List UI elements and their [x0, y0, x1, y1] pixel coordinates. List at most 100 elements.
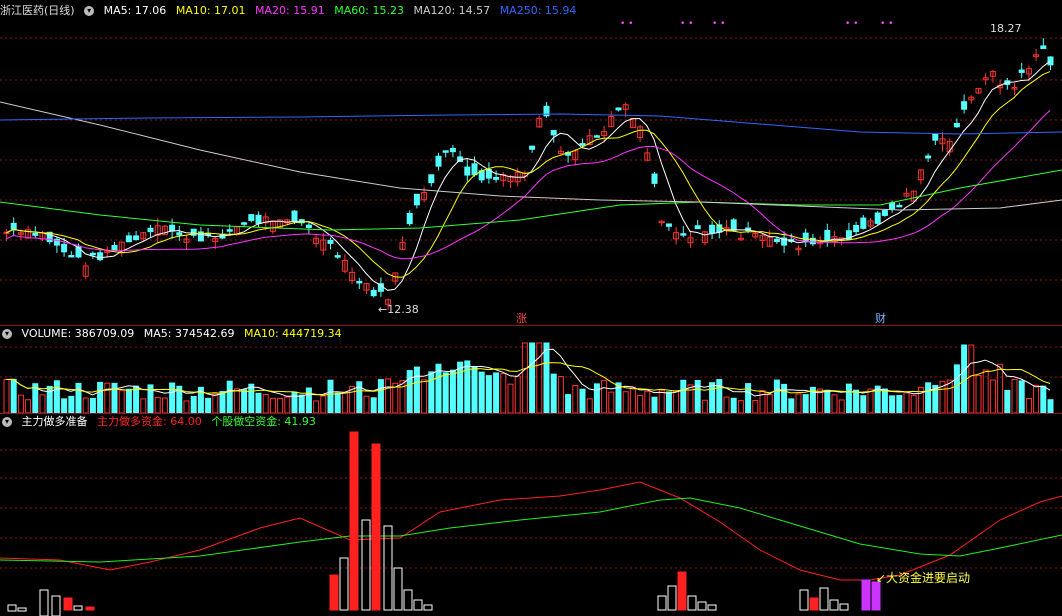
- candle: [961, 101, 968, 110]
- candle: [89, 252, 96, 256]
- volume-bar: [1025, 397, 1032, 413]
- signal-dot: • •: [845, 20, 858, 29]
- volume-bar: [428, 371, 435, 413]
- volume-chart[interactable]: [0, 341, 1062, 413]
- volume-bar: [975, 375, 982, 413]
- indicator-bar: [51, 595, 61, 616]
- volume-bar: [471, 366, 478, 413]
- volume-bar: [262, 394, 269, 413]
- volume-bar: [457, 361, 464, 413]
- indicator-chart[interactable]: ↙大资金进要启动: [0, 430, 1062, 616]
- indicator-bar: [339, 557, 349, 611]
- indicator-menu-icon[interactable]: ▾: [2, 417, 12, 427]
- ma10-label: MA10: 17.01: [175, 4, 246, 17]
- indicator-bar: [413, 599, 423, 611]
- volume-bar: [1047, 399, 1054, 413]
- indicator-bar: [829, 599, 839, 611]
- volume-bar: [853, 389, 860, 413]
- volume-bar: [154, 396, 161, 413]
- price-chart[interactable]: 18.27 ←12.38 涨 财 • • • • • • • • • •: [0, 20, 1062, 325]
- volume-bar: [183, 400, 190, 413]
- candle: [773, 238, 780, 243]
- ma120-label: MA120: 14.57: [413, 4, 491, 17]
- volume-bar: [125, 388, 132, 413]
- volume-bar: [716, 379, 723, 413]
- volume-bar: [464, 360, 471, 413]
- candle: [651, 173, 658, 184]
- candle: [471, 163, 478, 176]
- volume-bar: [989, 379, 996, 413]
- volume-bar: [507, 383, 514, 413]
- indicator-bar: [657, 595, 667, 611]
- volume-bar: [89, 397, 96, 413]
- volume-bar: [802, 394, 809, 413]
- volume-bar: [586, 398, 593, 413]
- volume-bar: [781, 383, 788, 413]
- indicator-bar: [871, 581, 881, 611]
- volume-bar: [269, 397, 276, 413]
- volume-bar: [46, 385, 53, 413]
- candle: [889, 202, 896, 210]
- candle: [579, 143, 586, 146]
- volume-bar: [298, 394, 305, 413]
- candle: [241, 222, 248, 225]
- candle: [68, 254, 75, 258]
- volume-bar: [514, 375, 521, 413]
- candle: [334, 255, 341, 258]
- volume-bar: [925, 382, 932, 413]
- volume-bar: [565, 394, 572, 413]
- indicator-bar: [85, 606, 95, 611]
- volume-bar: [284, 396, 291, 413]
- candle: [413, 193, 420, 206]
- signal-dot: • •: [680, 20, 693, 29]
- ma5-line: [5, 60, 1051, 291]
- volume-bar: [658, 389, 665, 413]
- ma250-line: [0, 113, 1062, 135]
- volume-bar: [601, 380, 608, 413]
- marker-cai: 财: [875, 311, 886, 325]
- volume-bar: [593, 383, 600, 413]
- volume-bar: [493, 372, 500, 413]
- volume-bar: [25, 399, 32, 413]
- candle: [529, 145, 536, 150]
- volume-bar: [680, 379, 687, 413]
- volume-bar: [313, 400, 320, 413]
- candle: [860, 217, 867, 229]
- volume-bar: [255, 392, 262, 413]
- volume-bar: [485, 375, 492, 413]
- volume-bar: [277, 397, 284, 413]
- candle: [97, 252, 104, 261]
- candle: [824, 229, 831, 242]
- volume-bar: [651, 396, 658, 413]
- ma60-label: MA60: 15.23: [334, 4, 404, 17]
- bull-fund-label: 主力做多资金: 64.00: [97, 415, 202, 428]
- panel-menu-icon[interactable]: ▾: [84, 6, 95, 16]
- indicator-bar: [707, 604, 717, 611]
- volume-bar: [190, 396, 197, 413]
- candle: [896, 204, 903, 208]
- volume-bar: [579, 388, 586, 413]
- candle: [226, 229, 233, 232]
- candle: [248, 214, 255, 221]
- high-price-label: 18.27: [990, 22, 1022, 35]
- volume-bar: [61, 398, 68, 413]
- volume-bar: [536, 342, 543, 413]
- volume-bar: [1033, 384, 1040, 413]
- big-fund-annotation: ↙大资金进要启动: [876, 570, 970, 585]
- signal-dot: • •: [880, 20, 893, 29]
- indicator-bar: [809, 597, 819, 611]
- volume-bar: [773, 379, 780, 413]
- volume-menu-icon[interactable]: ▾: [2, 329, 12, 339]
- volume-bar: [622, 391, 629, 413]
- indicator-bar: [667, 585, 677, 611]
- candle: [853, 225, 860, 233]
- volume-bar: [140, 398, 147, 413]
- candle: [665, 223, 672, 227]
- price-panel-header: 浙江医药(日线) ▾ MA5: 17.06 MA10: 17.01 MA20: …: [0, 3, 582, 19]
- volume-bar: [838, 399, 845, 413]
- volume-bar: [968, 344, 975, 413]
- volume-bar: [1018, 380, 1025, 413]
- candle: [932, 133, 939, 141]
- indicator-bar: [7, 604, 17, 612]
- volume-bar: [212, 393, 219, 413]
